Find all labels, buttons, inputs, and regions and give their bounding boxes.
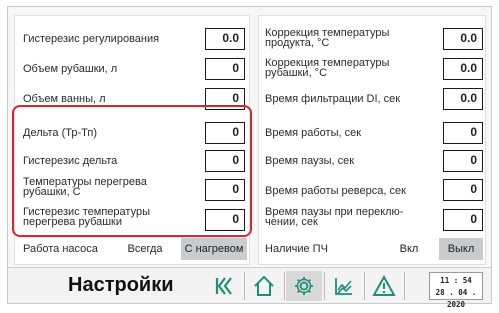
chart-icon[interactable] bbox=[326, 271, 362, 301]
param-row: Время паузы, сек bbox=[265, 155, 435, 167]
pump-always-button[interactable]: Всегда bbox=[119, 238, 171, 260]
device-bezel: Гистерезис регулирования 0.0 Объем рубаш… bbox=[0, 0, 499, 313]
param-label: Коррекция температуры рубашки, °С bbox=[265, 57, 390, 79]
param-row: Объем рубашки, л bbox=[23, 63, 193, 75]
param-label: Время работы, сек bbox=[265, 127, 362, 139]
param-row: Объем ванны, л bbox=[23, 93, 193, 105]
param-value-input[interactable]: 0 bbox=[205, 58, 245, 80]
nav-separator bbox=[364, 272, 365, 300]
param-label: Коррекция температуры продукта, °С bbox=[265, 27, 390, 49]
param-value-input[interactable]: 0.0 bbox=[443, 28, 483, 50]
home-icon[interactable] bbox=[246, 271, 282, 301]
param-row: Время работы, сек bbox=[265, 127, 435, 139]
page-title: Настройки bbox=[68, 274, 174, 296]
param-row: Время паузы при переклю-чении, сек bbox=[265, 206, 415, 228]
nav-separator bbox=[324, 272, 325, 300]
clock-time: 11 : 54 bbox=[440, 276, 472, 285]
param-label: Гистерезис регулирования bbox=[23, 33, 160, 45]
param-label: Время паузы, сек bbox=[265, 155, 355, 167]
param-value-input[interactable]: 0.0 bbox=[443, 88, 483, 110]
param-value-input[interactable]: 0 bbox=[443, 209, 483, 231]
highlight-frame bbox=[12, 105, 252, 237]
param-label: Объем ванны, л bbox=[23, 93, 106, 105]
param-label: Время работы реверса, сек bbox=[265, 185, 406, 197]
fc-on-button[interactable]: Вкл bbox=[389, 238, 429, 260]
bottom-nav-bar: Настройки 11 : 54 28 . 04 . 2020 bbox=[8, 267, 491, 309]
pump-heating-button[interactable]: С нагревом bbox=[181, 238, 247, 260]
param-label: Время паузы при переклю-чении, сек bbox=[265, 206, 404, 228]
param-value-input[interactable]: 0 bbox=[443, 179, 483, 201]
right-settings-panel: Коррекция температуры продукта, °С 0.0 К… bbox=[258, 15, 486, 265]
param-row: Коррекция температуры рубашки, °С bbox=[265, 57, 415, 79]
param-row: Гистерезис регулирования bbox=[23, 33, 193, 45]
gear-icon[interactable] bbox=[286, 271, 322, 301]
param-label: Объем рубашки, л bbox=[23, 63, 118, 75]
param-label: Время фильтрации DI, сек bbox=[265, 93, 401, 105]
nav-separator bbox=[404, 272, 405, 300]
param-row: Время работы реверса, сек bbox=[265, 185, 441, 197]
param-row: Коррекция температуры продукта, °С bbox=[265, 27, 415, 49]
warning-icon[interactable] bbox=[366, 271, 402, 301]
pump-mode-label: Работа насоса bbox=[23, 243, 98, 255]
param-row: Время фильтрации DI, сек bbox=[265, 93, 435, 105]
fc-label: Наличие ПЧ bbox=[265, 243, 328, 255]
nav-separator bbox=[284, 272, 285, 300]
fc-row: Наличие ПЧ bbox=[265, 243, 328, 255]
clock-display: 11 : 54 28 . 04 . 2020 bbox=[429, 272, 483, 309]
param-value-input[interactable]: 0.0 bbox=[205, 28, 245, 50]
param-value-input[interactable]: 0 bbox=[443, 150, 483, 172]
pump-mode-row: Работа насоса bbox=[23, 243, 98, 255]
clock-date: 28 . 04 . 2020 bbox=[435, 288, 477, 309]
nav-separator bbox=[244, 272, 245, 300]
fc-off-button[interactable]: Выкл bbox=[439, 238, 483, 260]
param-value-input[interactable]: 0.0 bbox=[443, 58, 483, 80]
chevrons-left-icon[interactable] bbox=[206, 271, 242, 301]
hmi-screen: Гистерезис регулирования 0.0 Объем рубаш… bbox=[7, 6, 492, 309]
param-value-input[interactable]: 0 bbox=[443, 122, 483, 144]
